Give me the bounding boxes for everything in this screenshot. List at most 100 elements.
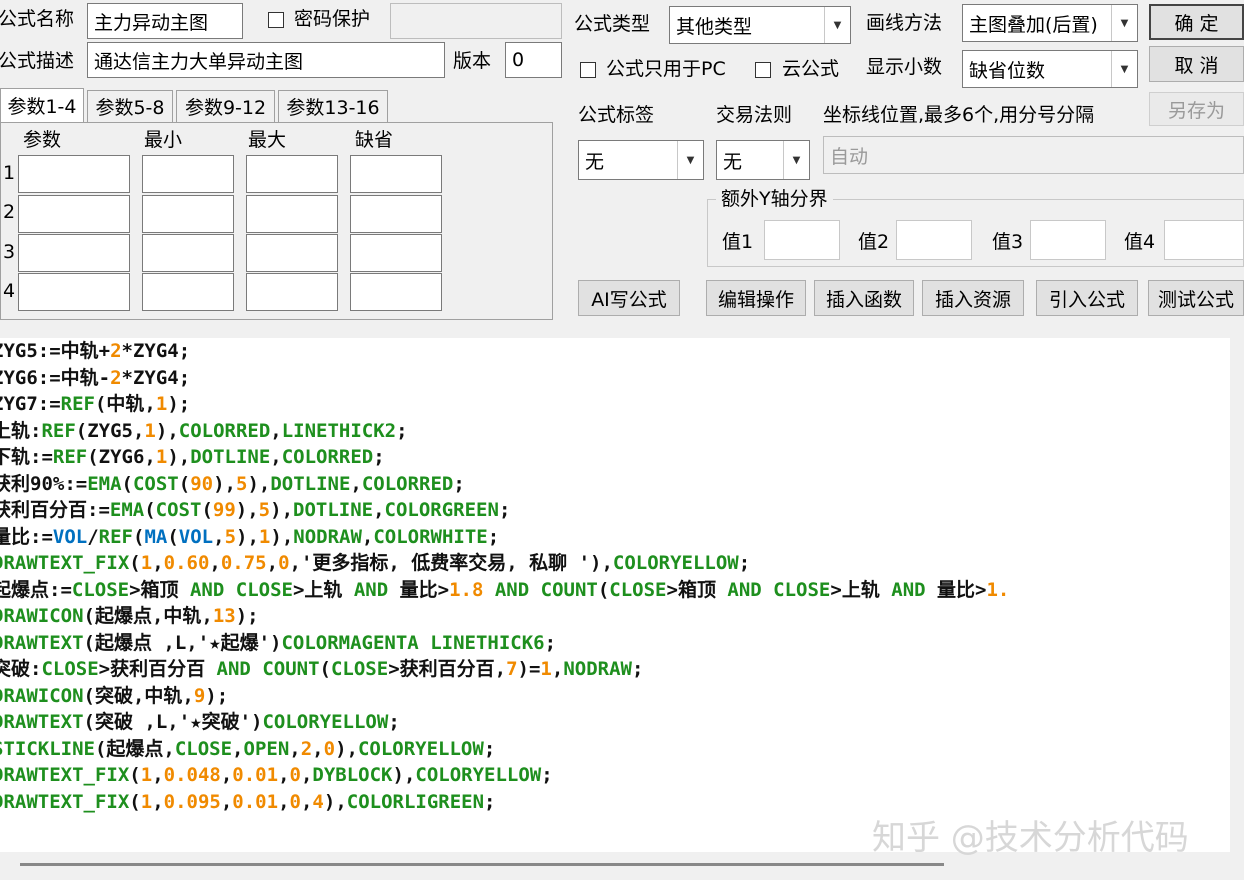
code-line[interactable]: 获利百分百:=EMA(COST(99),5),DOTLINE,COLORGREE… <box>0 497 1009 524</box>
code-token: *ZYG4; <box>121 340 191 362</box>
code-line[interactable]: DRAWTEXT(突破 ,L,'★突破')COLORYELLOW; <box>0 709 1009 736</box>
param-default-input[interactable] <box>350 155 442 193</box>
code-line[interactable]: STICKLINE(起爆点,CLOSE,OPEN,2,0),COLORYELLO… <box>0 736 1009 763</box>
code-line[interactable]: ZYG5:=中轨+2*ZYG4; <box>0 338 1009 365</box>
trade-rule-select[interactable]: 无 ▼ <box>716 140 810 180</box>
code-token: ; <box>738 552 751 574</box>
coord-input[interactable]: 自动 <box>823 136 1244 174</box>
code-token: REF <box>52 446 88 468</box>
param-max-input[interactable] <box>246 273 338 311</box>
formula-tag-label: 公式标签 <box>578 104 655 126</box>
value-4-input[interactable] <box>1164 220 1244 260</box>
version-input[interactable]: 0 <box>505 42 562 78</box>
horizontal-scrollbar[interactable] <box>20 863 944 866</box>
formula-type-select[interactable]: 其他类型 ▼ <box>669 6 851 44</box>
ai-write-formula-button[interactable]: AI写公式 <box>578 280 680 316</box>
import-formula-button[interactable]: 引入公式 <box>1036 280 1138 316</box>
code-token: ( <box>144 499 156 521</box>
code-token: 5 <box>235 472 248 495</box>
cancel-button[interactable]: 取 消 <box>1149 46 1244 82</box>
save-as-button[interactable]: 另存为 <box>1149 92 1244 126</box>
password-checkbox[interactable] <box>268 12 284 28</box>
param-max-input[interactable] <box>246 155 338 193</box>
chevron-down-icon[interactable]: ▼ <box>824 7 850 43</box>
code-token: COLORWHITE <box>373 525 488 548</box>
value-3-input[interactable] <box>1030 220 1106 260</box>
param-max-input[interactable] <box>246 195 338 233</box>
param-name-input[interactable] <box>18 155 130 193</box>
value-1-input[interactable] <box>764 220 840 260</box>
code-line[interactable]: 下轨:=REF(ZYG6,1),DOTLINE,COLORRED; <box>0 444 1009 471</box>
code-token: 1 <box>140 764 153 786</box>
insert-resource-button[interactable]: 插入资源 <box>922 280 1024 316</box>
param-name-input[interactable] <box>18 195 130 233</box>
code-token: DRAWTEXT <box>0 631 84 654</box>
code-token: ), <box>335 737 358 760</box>
param-default-input[interactable] <box>350 195 442 233</box>
code-line[interactable]: DRAWTEXT_FIX(1,0.048,0.01,0,DYBLOCK),COL… <box>0 762 1009 789</box>
code-token: ), <box>235 499 259 521</box>
code-line[interactable]: 上轨:REF(ZYG5,1),COLORRED,LINETHICK2; <box>0 418 1009 445</box>
formula-tag-select[interactable]: 无 ▼ <box>578 140 704 180</box>
tab-params-5-8[interactable]: 参数5-8 <box>87 90 173 122</box>
code-token: / <box>87 525 99 548</box>
code-token: , <box>312 737 324 760</box>
param-min-input[interactable] <box>142 195 234 233</box>
formula-name-input[interactable]: 主力异动主图 <box>87 3 243 39</box>
chevron-down-icon[interactable]: ▼ <box>677 141 703 179</box>
cloud-checkbox[interactable] <box>755 62 771 78</box>
code-token: (起爆点, <box>94 737 175 760</box>
code-line[interactable]: DRAWTEXT_FIX(1,0.095,0.01,0,4),COLORLIGR… <box>0 789 1009 816</box>
code-token: COLORYELLOW <box>415 764 542 786</box>
code-token: REF <box>60 393 95 415</box>
param-max-input[interactable] <box>246 234 338 272</box>
chevron-down-icon[interactable]: ▼ <box>1111 5 1137 41</box>
code-line[interactable]: DRAWICON(起爆点,中轨,13); <box>0 603 1009 630</box>
code-token: ), <box>247 472 271 495</box>
code-token: 上轨: <box>0 419 42 442</box>
chevron-down-icon[interactable]: ▼ <box>783 141 809 179</box>
param-name-input[interactable] <box>18 234 130 272</box>
code-token: REF <box>41 419 76 442</box>
code-token: ( <box>129 552 141 574</box>
code-line[interactable]: DRAWICON(突破,中轨,9); <box>0 683 1009 710</box>
tab-params-9-12[interactable]: 参数9-12 <box>176 90 275 122</box>
code-token: ( <box>129 764 141 786</box>
code-token: 7 <box>506 658 518 680</box>
code-line[interactable]: ZYG6:=中轨-2*ZYG4; <box>0 365 1009 392</box>
param-name-input[interactable] <box>18 273 130 311</box>
tab-params-13-16[interactable]: 参数13-16 <box>278 90 388 122</box>
draw-method-select[interactable]: 主图叠加(后置) ▼ <box>962 4 1138 42</box>
code-token: >获利百分百, <box>388 658 507 680</box>
code-line[interactable]: 获利90%:=EMA(COST(90),5),DOTLINE,COLORRED; <box>0 471 1009 498</box>
code-token: AND <box>891 578 926 601</box>
code-token: LINETHICK6 <box>430 631 545 654</box>
decimals-select[interactable]: 缺省位数 ▼ <box>962 50 1138 88</box>
code-editor[interactable]: ZYG5:=中轨+2*ZYG4;ZYG6:=中轨-2*ZYG4;ZYG7:=RE… <box>0 338 1230 852</box>
code-token: ; <box>544 631 557 654</box>
code-line[interactable]: 起爆点:=CLOSE>箱顶 AND CLOSE>上轨 AND 量比>1.8 AN… <box>0 577 1009 604</box>
edit-operations-button[interactable]: 编辑操作 <box>706 280 806 316</box>
test-formula-button[interactable]: 测试公式 <box>1148 280 1244 316</box>
pc-only-checkbox[interactable] <box>580 62 596 78</box>
param-min-input[interactable] <box>142 234 234 272</box>
password-label: 密码保护 <box>294 8 371 30</box>
code-line[interactable]: 突破:CLOSE>获利百分百 AND COUNT(CLOSE>获利百分百,7)=… <box>0 656 1009 683</box>
code-line[interactable]: DRAWTEXT(起爆点 ,L,'★起爆')COLORMAGENTA LINET… <box>0 630 1009 657</box>
code-line[interactable]: ZYG7:=REF(中轨,1); <box>0 391 1009 418</box>
code-token: , <box>350 472 362 495</box>
param-min-input[interactable] <box>142 155 234 193</box>
formula-desc-input[interactable]: 通达信主力大单异动主图 <box>87 42 445 78</box>
value-2-input[interactable] <box>896 220 972 260</box>
code-line[interactable]: DRAWTEXT_FIX(1,0.60,0.75,0,'更多指标, 低费率交易,… <box>0 550 1009 577</box>
code-token: , <box>209 552 221 574</box>
code-line[interactable]: 量比:=VOL/REF(MA(VOL,5),1),NODRAW,COLORWHI… <box>0 524 1009 551</box>
insert-function-button[interactable]: 插入函数 <box>814 280 914 316</box>
tab-params-1-4[interactable]: 参数1-4 <box>0 88 84 122</box>
param-min-input[interactable] <box>142 273 234 311</box>
ok-button[interactable]: 确 定 <box>1149 4 1244 40</box>
param-default-input[interactable] <box>350 234 442 272</box>
chevron-down-icon[interactable]: ▼ <box>1111 51 1137 87</box>
param-default-input[interactable] <box>350 273 442 311</box>
code-text[interactable]: ZYG5:=中轨+2*ZYG4;ZYG6:=中轨-2*ZYG4;ZYG7:=RE… <box>0 338 1009 815</box>
